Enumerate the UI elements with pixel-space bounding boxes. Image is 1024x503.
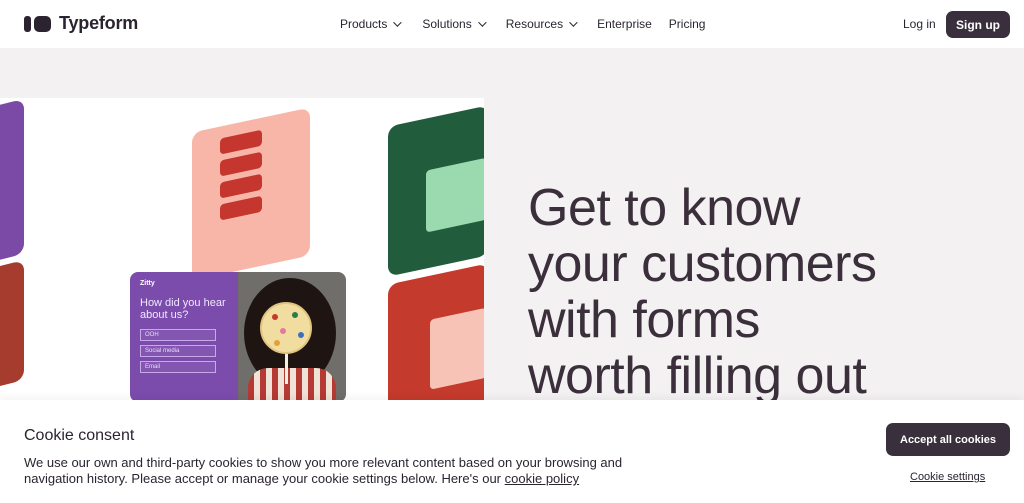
bar-chart-card-image	[388, 105, 484, 277]
nav-solutions-label: Solutions	[422, 17, 472, 31]
accept-all-cookies-button[interactable]: Accept all cookies	[886, 423, 1010, 456]
nav-resources[interactable]: Resources	[505, 17, 578, 31]
nav-enterprise-label: Enterprise	[597, 17, 652, 31]
cookie-title: Cookie consent	[24, 427, 135, 444]
purple-card-image	[0, 98, 24, 273]
top-navigation: Typeform Products Solutions Resources En…	[0, 0, 1024, 48]
login-link[interactable]: Log in	[903, 17, 936, 31]
hero-line: your customers	[528, 235, 877, 293]
hero-line: worth filling out	[528, 347, 867, 405]
form-preview-option: Email	[140, 361, 216, 373]
form-preview-question: How did you hear about us?	[140, 297, 226, 321]
nav-resources-label: Resources	[505, 17, 564, 31]
nav-pricing-label: Pricing	[668, 17, 706, 31]
typeform-logo-icon	[24, 15, 51, 32]
nav-enterprise[interactable]: Enterprise	[597, 17, 652, 31]
hero-line: with forms	[528, 291, 760, 349]
form-preview-card: Zitty How did you hear about us? OOH Soc…	[130, 272, 346, 400]
brand-name: Typeform	[59, 13, 139, 33]
cookie-policy-link[interactable]: cookie policy	[505, 471, 579, 486]
nav-products[interactable]: Products	[340, 17, 403, 31]
rating-form-image	[192, 107, 310, 281]
chevron-down-icon	[569, 18, 578, 27]
cookie-body: We use our own and third-party cookies t…	[24, 455, 654, 487]
nav-pricing[interactable]: Pricing	[669, 17, 706, 31]
chevron-down-icon	[477, 18, 487, 27]
red-card-image	[0, 260, 24, 396]
form-preview-panel: Zitty How did you hear about us? OOH Soc…	[130, 272, 238, 400]
typeform-logo[interactable]: Typeform	[24, 13, 138, 34]
form-preview-option: OOH	[140, 329, 216, 341]
cookie-settings-link[interactable]: Cookie settings	[910, 471, 985, 483]
person-photo	[238, 272, 346, 400]
form-preview-brand: Zitty	[140, 280, 155, 287]
chevron-down-icon	[393, 18, 403, 27]
nav-products-label: Products	[340, 17, 388, 31]
cookie-consent-banner: Cookie consent We use our own and third-…	[0, 400, 1024, 503]
signup-button[interactable]: Sign up	[946, 11, 1010, 38]
nav-solutions[interactable]: Solutions	[422, 17, 487, 31]
form-preview-option: Social media	[140, 345, 216, 357]
main-menu: Products Solutions Resources Enterprise …	[340, 17, 705, 31]
hero-visual: Zitty How did you hear about us? OOH Soc…	[0, 98, 484, 400]
area-chart-card-image	[388, 263, 484, 400]
hero-headline: Get to know your customers with forms wo…	[528, 180, 928, 404]
hero-line: Get to know	[528, 179, 800, 237]
